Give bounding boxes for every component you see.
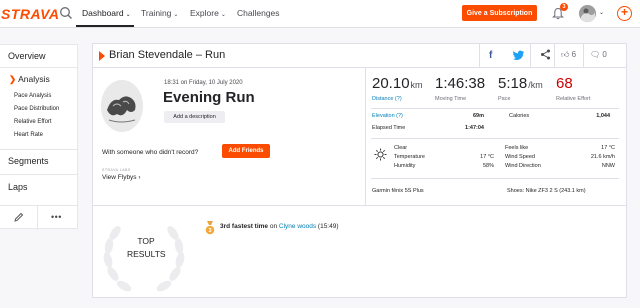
divider bbox=[365, 68, 366, 205]
achievement-text: 3rd fastest time on Clyne woods (15:49) bbox=[220, 223, 339, 230]
elapsed-time-label: Elapsed Time bbox=[372, 125, 406, 131]
chevron-right-icon: ❯ bbox=[9, 74, 17, 84]
sidebar-item-relative-effort[interactable]: Relative Effort bbox=[14, 119, 52, 125]
shoes-name: Shoes: Nike ZF3 2 S (243.1 km) bbox=[507, 188, 586, 194]
activity-sidebar: Overview ❯ Analysis Pace Analysis Pace Di… bbox=[0, 44, 78, 228]
humidity-value: 58% bbox=[482, 163, 494, 169]
relative-effort-value[interactable]: 68 bbox=[556, 75, 573, 92]
chevron-down-icon: ⌄ bbox=[220, 12, 226, 18]
comment-icon: 🗨︎ bbox=[590, 50, 601, 59]
nav-challenges[interactable]: Challenges bbox=[237, 8, 280, 18]
medal-icon: 3 bbox=[205, 221, 215, 235]
device-name: Garmin fēnix 5S Plus bbox=[372, 188, 424, 194]
chevron-right-icon: › bbox=[138, 174, 141, 181]
view-flybys-link[interactable]: View Flybys › bbox=[102, 174, 141, 181]
activity-date: 18:31 on Friday, 10 July 2020 bbox=[164, 80, 243, 86]
pencil-icon[interactable] bbox=[13, 212, 24, 223]
notification-badge: 3 bbox=[560, 3, 568, 11]
sidebar-tools: ••• bbox=[0, 205, 78, 230]
feels-like-label: Feels like bbox=[505, 145, 529, 151]
relative-effort-label: Relative Effort bbox=[556, 96, 591, 102]
more-icon[interactable]: ••• bbox=[51, 212, 62, 222]
chevron-down-icon: ⌄ bbox=[125, 12, 131, 18]
calories-value: 1,044 bbox=[596, 113, 610, 119]
divider bbox=[530, 44, 531, 68]
sidebar-item-overview[interactable]: Overview bbox=[8, 51, 46, 61]
wind-direction-label: Wind Direction bbox=[505, 163, 541, 169]
divider bbox=[0, 149, 78, 150]
facebook-icon[interactable]: f bbox=[489, 50, 492, 61]
search-icon[interactable] bbox=[59, 6, 73, 20]
nav-training[interactable]: Training ⌄ bbox=[141, 8, 178, 18]
active-tab-underline bbox=[76, 25, 134, 27]
strava-logo[interactable]: STRAVA bbox=[1, 6, 59, 22]
divider bbox=[93, 205, 626, 206]
add-description-button[interactable]: Add a description bbox=[164, 111, 225, 123]
athlete-avatar[interactable] bbox=[101, 80, 143, 132]
nav-explore[interactable]: Explore ⌄ bbox=[190, 8, 226, 18]
strava-labs-label: STRAVA LABS bbox=[102, 168, 131, 172]
sidebar-item-pace-distribution[interactable]: Pace Distribution bbox=[14, 106, 59, 112]
wind-speed-value: 21.6 km/h bbox=[590, 154, 615, 160]
svg-text:3: 3 bbox=[208, 228, 211, 234]
wind-direction-value: NNW bbox=[601, 163, 615, 169]
top-results-badge: TOP RESULTS bbox=[127, 235, 166, 261]
elapsed-time-value: 1:47:04 bbox=[465, 125, 484, 131]
record-question: With someone who didn't record? bbox=[102, 149, 199, 156]
kudos-button[interactable]: 👍︎ 6 bbox=[561, 50, 576, 60]
activity-name: Evening Run bbox=[163, 89, 255, 106]
comment-button[interactable]: 🗨︎ 0 bbox=[590, 50, 607, 59]
pace-label: Pace bbox=[498, 96, 511, 102]
divider bbox=[371, 108, 619, 109]
divider bbox=[583, 44, 584, 68]
humidity-label: Humidity bbox=[394, 163, 416, 169]
activity-header-title: Brian Stevendale – Run bbox=[109, 49, 226, 61]
feels-like-value: 17 °C bbox=[601, 145, 615, 151]
add-friends-button[interactable]: Add Friends bbox=[222, 144, 270, 158]
sun-icon bbox=[374, 148, 387, 161]
user-avatar[interactable] bbox=[579, 5, 596, 22]
temperature-label: Temperature bbox=[394, 154, 425, 160]
card-header: Brian Stevendale – Run f 👍︎ 6 🗨︎ 0 bbox=[93, 44, 626, 68]
sidebar-item-segments[interactable]: Segments bbox=[8, 156, 49, 166]
calories-label: Calories bbox=[509, 113, 530, 119]
nav-dashboard[interactable]: Dashboard ⌄ bbox=[82, 8, 131, 18]
elevation-value: 69m bbox=[472, 113, 484, 119]
sidebar-item-pace-analysis[interactable]: Pace Analysis bbox=[14, 93, 51, 99]
divider bbox=[371, 138, 619, 139]
thumbs-up-icon: 👍︎ bbox=[561, 50, 570, 59]
twitter-icon[interactable] bbox=[513, 49, 525, 61]
plus-icon[interactable]: + bbox=[617, 6, 632, 21]
chevron-down-icon[interactable]: ⌄ bbox=[599, 9, 604, 16]
divider bbox=[0, 174, 78, 175]
top-results-line1: TOP bbox=[137, 236, 155, 246]
pace-value: 5:18/km bbox=[498, 75, 543, 92]
activity-marker-icon bbox=[99, 51, 105, 61]
top-nav: STRAVA Dashboard ⌄ Training ⌄ Explore ⌄ Cha… bbox=[0, 0, 640, 28]
distance-label[interactable]: Distance (?) bbox=[372, 96, 402, 102]
wind-speed-label: Wind Speed bbox=[505, 154, 535, 160]
share-icon[interactable] bbox=[540, 49, 551, 60]
temperature-value: 17 °C bbox=[480, 154, 494, 160]
divider bbox=[371, 178, 619, 179]
distance-value: 20.10km bbox=[372, 75, 423, 92]
sidebar-item-analysis[interactable]: ❯ Analysis bbox=[9, 74, 50, 85]
divider bbox=[479, 44, 480, 68]
divider bbox=[554, 44, 555, 68]
divider bbox=[37, 206, 38, 230]
sidebar-item-laps[interactable]: Laps bbox=[8, 182, 28, 192]
top-results-line2: RESULTS bbox=[127, 249, 166, 259]
divider bbox=[0, 67, 78, 68]
weather-condition: Clear bbox=[394, 145, 408, 151]
sidebar-item-heart-rate[interactable]: Heart Rate bbox=[14, 132, 43, 138]
activity-card: Brian Stevendale – Run f 👍︎ 6 🗨︎ 0 18:31… bbox=[92, 43, 627, 298]
moving-time-value: 1:46:38 bbox=[435, 75, 486, 92]
segment-link[interactable]: Clyne woods bbox=[279, 223, 316, 230]
elevation-label[interactable]: Elevation (?) bbox=[372, 113, 403, 119]
chevron-down-icon: ⌄ bbox=[173, 12, 179, 18]
moving-time-label: Moving Time bbox=[435, 96, 467, 102]
give-subscription-button[interactable]: Give a Subscription bbox=[462, 5, 537, 21]
